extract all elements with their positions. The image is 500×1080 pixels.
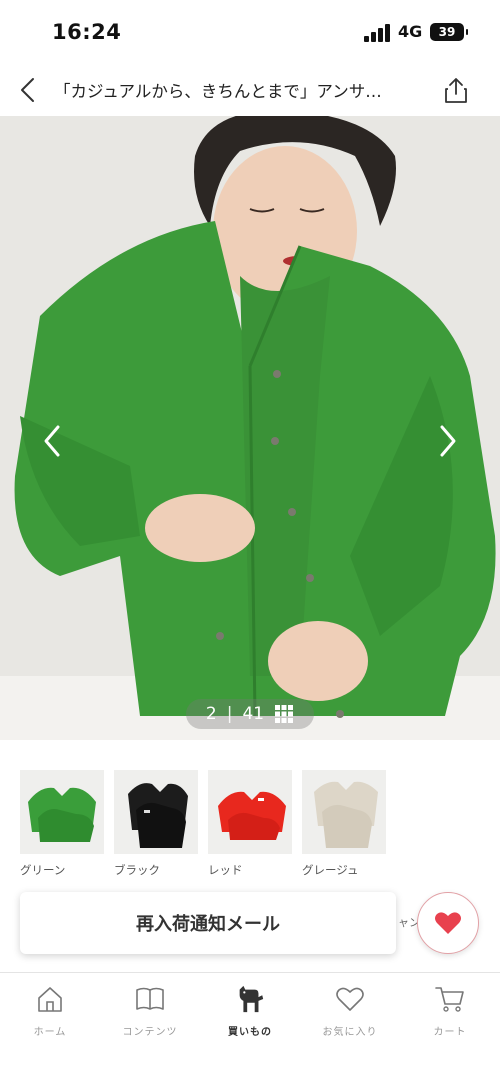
tab-label: ホーム: [33, 1027, 67, 1038]
home-icon: [34, 983, 66, 1015]
grid-icon: [275, 705, 294, 723]
swatch-label: グレージュ: [302, 863, 359, 877]
swatch-image: [208, 770, 292, 854]
tab-label: お気に入り: [322, 1027, 378, 1038]
heart-outline-icon: [334, 983, 366, 1015]
product-photo: [0, 116, 500, 740]
nav-bar: 「カジュアルから、きちんとまで」アンサ…: [0, 64, 500, 116]
color-option-black[interactable]: ブラック: [114, 770, 198, 880]
tab-cart[interactable]: カート: [400, 983, 500, 1043]
tab-home[interactable]: ホーム: [0, 983, 100, 1043]
signal-icon: [364, 24, 392, 42]
image-index: 2: [205, 704, 217, 724]
tab-contents[interactable]: コンテンツ: [100, 983, 200, 1043]
back-button[interactable]: [10, 72, 46, 108]
bottom-tab-bar: ホーム コンテンツ 買いもの お気に入り カート: [0, 972, 500, 1080]
tab-label: 買いもの: [228, 1027, 272, 1038]
swatch-label: レッド: [208, 863, 243, 877]
swatch-label: グリーン: [20, 863, 66, 877]
color-options: グリーン ブラック レッド グレージュ: [20, 770, 490, 880]
chevron-left-icon: [44, 425, 60, 457]
cart-icon: [434, 983, 466, 1015]
color-option-greige[interactable]: グレージュ: [302, 770, 386, 880]
horse-icon: [234, 983, 266, 1015]
battery-level: 39: [438, 25, 456, 39]
tab-label: カート: [433, 1027, 467, 1038]
color-option-red[interactable]: レッド: [208, 770, 292, 880]
page-title: 「カジュアルから、きちんとまで」アンサ…: [54, 82, 382, 101]
book-icon: [134, 983, 166, 1015]
share-button[interactable]: [438, 72, 474, 108]
tab-label: コンテンツ: [122, 1027, 178, 1038]
favorite-button[interactable]: [417, 892, 479, 954]
color-option-green[interactable]: グリーン: [20, 770, 104, 880]
status-time: 16:24: [52, 20, 122, 44]
swatch-image: [114, 770, 198, 854]
swatch-image: [302, 770, 386, 854]
share-icon: [445, 78, 467, 103]
heart-icon: [435, 912, 461, 934]
product-image-carousel[interactable]: 2 | 41: [0, 116, 500, 740]
chevron-left-icon: [21, 78, 34, 102]
swatch-image: [20, 770, 104, 854]
image-total: 41: [242, 704, 265, 724]
restock-notify-button[interactable]: 再入荷通知メール: [20, 892, 396, 954]
network-type: 4G: [398, 22, 423, 41]
counter-separator: |: [226, 704, 233, 724]
chevron-right-icon: [440, 425, 456, 457]
battery-icon: 39: [430, 23, 468, 41]
status-bar: 16:24 4G 39: [0, 0, 500, 64]
image-counter[interactable]: 2 | 41: [186, 699, 314, 729]
tab-favorites[interactable]: お気に入り: [300, 983, 400, 1043]
swatch-label: ブラック: [114, 863, 160, 877]
next-image-button[interactable]: [428, 416, 468, 466]
previous-image-button[interactable]: [32, 416, 72, 466]
tab-shopping[interactable]: 買いもの: [200, 983, 300, 1043]
